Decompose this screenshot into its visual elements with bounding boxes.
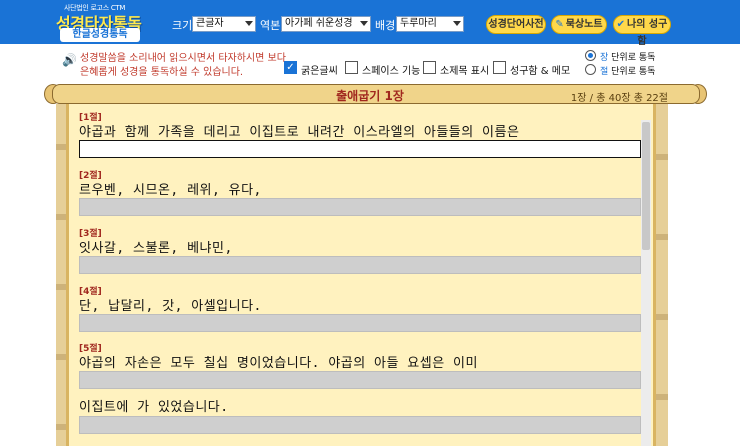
chevron-down-icon <box>453 21 461 26</box>
notes-button[interactable]: ✎ 묵상노트 <box>551 15 607 34</box>
chapter-count-info: 1장 / 총 40장 총 22절 <box>570 93 668 104</box>
verse-number: [5절] <box>79 344 102 354</box>
verse-mode-label: 절 단위로 통독 <box>600 67 656 77</box>
chevron-down-icon <box>245 21 253 26</box>
verse-text: 야곱과 함께 가족을 데리고 이집트로 내려간 이스라엘의 아들들의 이름은 <box>79 125 520 140</box>
top-header: 사단법인 로고스 CTM 성경타자통독 한글성경통독 크기 큰글자 역본 아가페… <box>0 0 740 47</box>
verse-2: [2절] 르우벤, 시므온, 레위, 유다, <box>79 171 641 199</box>
version-label: 역본 <box>260 19 281 32</box>
size-select[interactable]: 큰글자 <box>192 16 256 32</box>
verse-text: 야곱의 자손은 모두 칠십 명이었습니다. 야곱의 아들 요셉은 이미 <box>79 356 478 371</box>
verse-text: 단, 납달리, 갓, 아셀입니다. <box>79 299 262 314</box>
dictionary-button-label: 성경단어사전 <box>488 19 544 30</box>
space-function-checkbox[interactable] <box>345 61 358 74</box>
verse-text: 이집트에 가 있었습니다. <box>79 400 229 415</box>
notes-button-label: 묵상노트 <box>565 19 603 30</box>
chapter-mode-label: 장 단위로 통독 <box>600 53 656 63</box>
size-select-value: 큰글자 <box>196 18 224 29</box>
verse-1: [1절] 야곱과 함께 가족을 데리고 이집트로 내려간 이스라엘의 아들들의 … <box>79 113 641 141</box>
typing-input-verse-5-line-2[interactable] <box>79 416 641 434</box>
verse-5: [5절] 야곱의 자손은 모두 칠십 명이었습니다. 야곱의 아들 요셉은 이미 <box>79 344 641 372</box>
subtitle-checkbox[interactable] <box>423 61 436 74</box>
verse-number: [4절] <box>79 287 102 297</box>
version-select-value: 아가페 쉬운성경 <box>285 18 353 29</box>
background-select-value: 두루마리 <box>400 18 437 29</box>
verse-number: [2절] <box>79 171 102 181</box>
my-verses-button-label: 나의 성구함 <box>627 19 668 47</box>
vertical-scrollbar[interactable] <box>641 120 651 446</box>
background-label: 배경 <box>375 19 396 32</box>
space-function-label: 스페이스 기능 <box>362 66 421 77</box>
chevron-down-icon <box>360 21 368 26</box>
version-select[interactable]: 아가페 쉬운성경 <box>281 16 371 32</box>
site-subtitle-badge[interactable]: 한글성경통독 <box>60 28 140 42</box>
verse-mode-radio[interactable] <box>585 64 596 75</box>
dictionary-button[interactable]: 성경단어사전 <box>486 15 546 34</box>
bold-text-checkbox[interactable]: ✓ <box>284 61 297 74</box>
verse-text: 잇사갈, 스불론, 베냐민, <box>79 241 233 256</box>
speaker-icon: 🔊 <box>62 53 77 67</box>
bold-text-label: 굵은글씨 <box>301 66 338 77</box>
reading-notice: 성경말씀을 소리내어 읽으시면서 타자하시면 보다 은혜롭게 성경을 통독하실 … <box>80 53 286 78</box>
memo-label: 성구함 & 메모 <box>510 66 571 77</box>
verse-number: [1절] <box>79 113 102 123</box>
pencil-icon: ✎ <box>555 19 564 30</box>
my-verses-button[interactable]: ✔ 나의 성구함 <box>613 15 671 47</box>
typing-input-verse-4[interactable] <box>79 314 641 332</box>
typing-input-verse-3[interactable] <box>79 256 641 274</box>
typing-input-verse-1[interactable] <box>79 140 641 158</box>
chapter-mode-radio[interactable] <box>585 50 596 61</box>
verse-number: [3절] <box>79 229 102 239</box>
verse-3: [3절] 잇사갈, 스불론, 베냐민, <box>79 229 641 257</box>
memo-checkbox[interactable] <box>493 61 506 74</box>
verse-text: 르우벤, 시므온, 레위, 유다, <box>79 183 262 198</box>
typing-input-verse-5-line-1[interactable] <box>79 371 641 389</box>
size-label: 크기 <box>172 19 193 32</box>
typing-input-verse-2[interactable] <box>79 198 641 216</box>
subtitle-label: 소제목 표시 <box>440 66 490 77</box>
background-select[interactable]: 두루마리 <box>396 16 464 32</box>
parchment-edge-right <box>654 104 668 446</box>
verse-4: [4절] 단, 납달리, 갓, 아셀입니다. <box>79 287 641 315</box>
scrollbar-thumb[interactable] <box>642 122 650 250</box>
check-icon: ✔ <box>616 19 626 30</box>
verse-5-continued: 이집트에 가 있었습니다. <box>79 399 641 416</box>
